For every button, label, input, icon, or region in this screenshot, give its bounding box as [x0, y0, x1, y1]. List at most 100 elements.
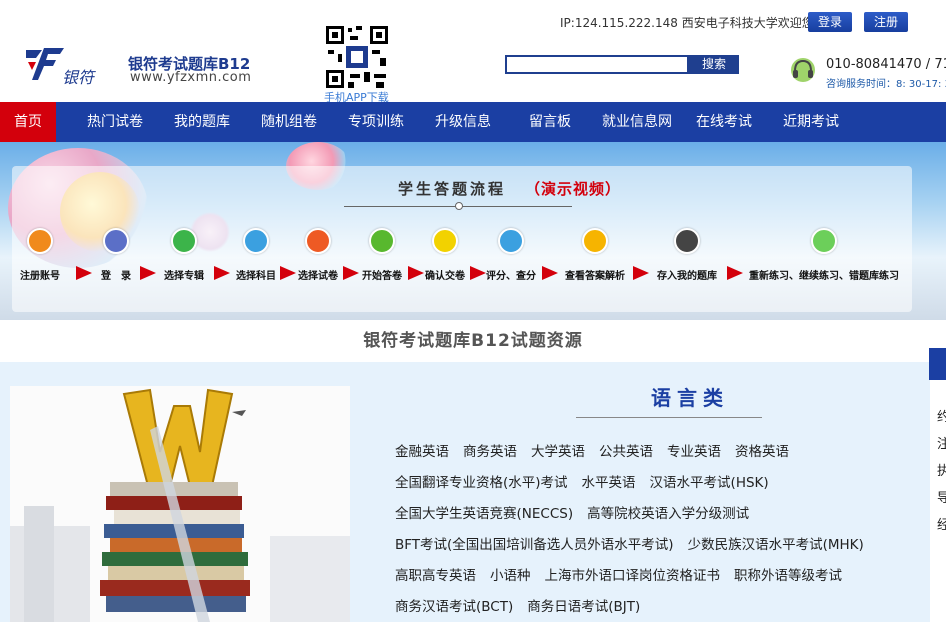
exam-link[interactable]: 水平英语 [582, 475, 636, 491]
step-label: 注册账号 [20, 271, 60, 282]
exam-link[interactable]: 高职高专英语 [395, 568, 476, 584]
exam-link[interactable]: 汉语水平考试(HSK) [650, 475, 769, 491]
message-icon [811, 228, 837, 254]
search-button[interactable]: 搜索 [689, 55, 739, 74]
album-icon [171, 228, 197, 254]
step-submit[interactable]: 确认交卷 [425, 228, 465, 282]
side-panel-char[interactable]: 经 [937, 512, 946, 539]
side-panel-char[interactable]: 约 [937, 404, 946, 431]
user-icon [27, 228, 53, 254]
category-title: 语言类 [651, 386, 729, 410]
arrow-right-icon [140, 266, 156, 280]
nav-item-message-board[interactable]: 留言板 [529, 102, 571, 142]
step-view-analysis[interactable]: 查看答案解析 [565, 228, 625, 282]
exam-link[interactable]: 大学英语 [531, 444, 585, 460]
demo-video-link[interactable]: （演示视频） [525, 178, 621, 199]
login-button[interactable]: 登录 [808, 12, 852, 32]
arrow-right-icon [470, 266, 486, 280]
exam-link[interactable]: 商务汉语考试(BCT) [395, 599, 513, 615]
list-icon [243, 228, 269, 254]
arrow-right-icon [214, 266, 230, 280]
exam-link[interactable]: 上海市外语口译岗位资格证书 [545, 568, 721, 584]
paper-icon [305, 228, 331, 254]
side-panel-text: 约 注 执 导 经 [937, 404, 946, 539]
calendar-icon [582, 228, 608, 254]
nav-item-recent-exams[interactable]: 近期考试 [783, 102, 839, 142]
nav-item-online-exam[interactable]: 在线考试 [696, 102, 752, 142]
service-hours: 咨询服务时间：8: 30-17: 30 [826, 79, 946, 90]
register-button[interactable]: 注册 [864, 12, 908, 32]
step-choose-subject[interactable]: 选择科目 [236, 228, 276, 282]
step-label: 查看答案解析 [565, 271, 625, 282]
arrow-right-icon [633, 266, 649, 280]
link-row: BFT考试(全国出国培训备选人员外语水平考试) 少数民族汉语水平考试(MHK) [395, 533, 878, 553]
ip-welcome-text: IP:124.115.222.148 西安电子科技大学欢迎您 [560, 16, 814, 30]
nav-item-hot-papers[interactable]: 热门试卷 [87, 102, 143, 142]
logo-icon[interactable] [22, 44, 66, 82]
step-login[interactable]: 登 录 [101, 228, 131, 282]
link-row: 高职高专英语 小语种 上海市外语口译岗位资格证书 职称外语等级考试 [395, 564, 856, 584]
logo-text: 银符 [62, 68, 95, 87]
qr-code-icon [324, 24, 390, 90]
check-icon [432, 228, 458, 254]
exam-link[interactable]: 商务日语考试(BJT) [527, 599, 640, 615]
step-label: 评分、查分 [486, 271, 536, 282]
search-input[interactable] [505, 55, 689, 74]
side-panel-char[interactable]: 注 [937, 431, 946, 458]
nav-item-home[interactable]: 首页 [0, 102, 56, 142]
step-save-bank[interactable]: 存入我的题库 [657, 228, 717, 282]
step-label: 存入我的题库 [657, 271, 717, 282]
headset-icon [791, 58, 815, 82]
process-banner: 学生答题流程 （演示视频） 注册账号 登 录 选择专辑 选择科目 选择试卷 开始… [0, 142, 946, 320]
link-row: 金融英语 商务英语 大学英语 公共英语 专业英语 资格英语 [395, 440, 803, 460]
login-card-icon [103, 228, 129, 254]
link-row: 全国大学生英语竞赛(NECCS) 高等院校英语入学分级测试 [395, 502, 763, 522]
nav-item-random-paper[interactable]: 随机组卷 [261, 102, 317, 142]
header: 银符 银符考试题库B12 www.yfzxmn.com 手机APP下载 IP:1… [0, 0, 946, 104]
side-panel-tab[interactable] [929, 348, 946, 380]
exam-link[interactable]: 全国翻译专业资格(水平)考试 [395, 475, 568, 491]
arrow-right-icon [542, 266, 558, 280]
clipboard-check-icon [498, 228, 524, 254]
side-panel-char[interactable]: 执 [937, 458, 946, 485]
arrow-right-icon [76, 266, 92, 280]
step-practice[interactable]: 重新练习、继续练习、错题库练习 [749, 228, 899, 282]
nav-item-special-training[interactable]: 专项训练 [348, 102, 404, 142]
exam-link[interactable]: 高等院校英语入学分级测试 [587, 506, 749, 522]
side-panel-char[interactable]: 导 [937, 485, 946, 512]
divider-dot [455, 202, 463, 210]
exam-link[interactable]: 专业英语 [667, 444, 721, 460]
link-row: 商务汉语考试(BCT) 商务日语考试(BJT) [395, 595, 654, 615]
section-title: 银符考试题库B12试题资源 [0, 320, 946, 362]
site-url: www.yfzxmn.com [130, 70, 252, 85]
nav-item-jobs[interactable]: 就业信息网 [602, 102, 672, 142]
step-label: 选择专辑 [164, 271, 204, 282]
step-score[interactable]: 评分、查分 [486, 228, 536, 282]
arrow-right-icon [408, 266, 424, 280]
exam-link[interactable]: 小语种 [490, 568, 531, 584]
exam-link[interactable]: 金融英语 [395, 444, 449, 460]
exam-link[interactable]: 职称外语等级考试 [734, 568, 842, 584]
link-row: 全国翻译专业资格(水平)考试 水平英语 汉语水平考试(HSK) [395, 471, 783, 491]
step-choose-paper[interactable]: 选择试卷 [298, 228, 338, 282]
step-register[interactable]: 注册账号 [20, 228, 60, 282]
exam-link[interactable]: 商务英语 [463, 444, 517, 460]
nav-item-my-bank[interactable]: 我的题库 [174, 102, 230, 142]
exam-link[interactable]: BFT考试(全国出国培训备选人员外语水平考试) [395, 537, 674, 553]
step-label: 重新练习、继续练习、错题库练习 [749, 271, 899, 282]
step-label: 选择科目 [236, 271, 276, 282]
nav-item-upgrade-info[interactable]: 升级信息 [435, 102, 491, 142]
arrow-right-icon [727, 266, 743, 280]
exam-link[interactable]: 资格英语 [735, 444, 789, 460]
exam-link[interactable]: 全国大学生英语竞赛(NECCS) [395, 506, 573, 522]
arrow-right-icon [280, 266, 296, 280]
flow-title: 学生答题流程 [398, 180, 507, 198]
hotline-number: 010-80841470 / 71 [826, 57, 946, 72]
step-start-answer[interactable]: 开始答卷 [362, 228, 402, 282]
exam-link[interactable]: 公共英语 [599, 444, 653, 460]
step-label: 选择试卷 [298, 271, 338, 282]
step-label: 开始答卷 [362, 271, 402, 282]
step-choose-album[interactable]: 选择专辑 [164, 228, 204, 282]
main-nav: 首页 热门试卷 我的题库 随机组卷 专项训练 升级信息 留言板 就业信息网 在线… [0, 102, 946, 142]
exam-link[interactable]: 少数民族汉语水平考试(MHK) [688, 537, 864, 553]
